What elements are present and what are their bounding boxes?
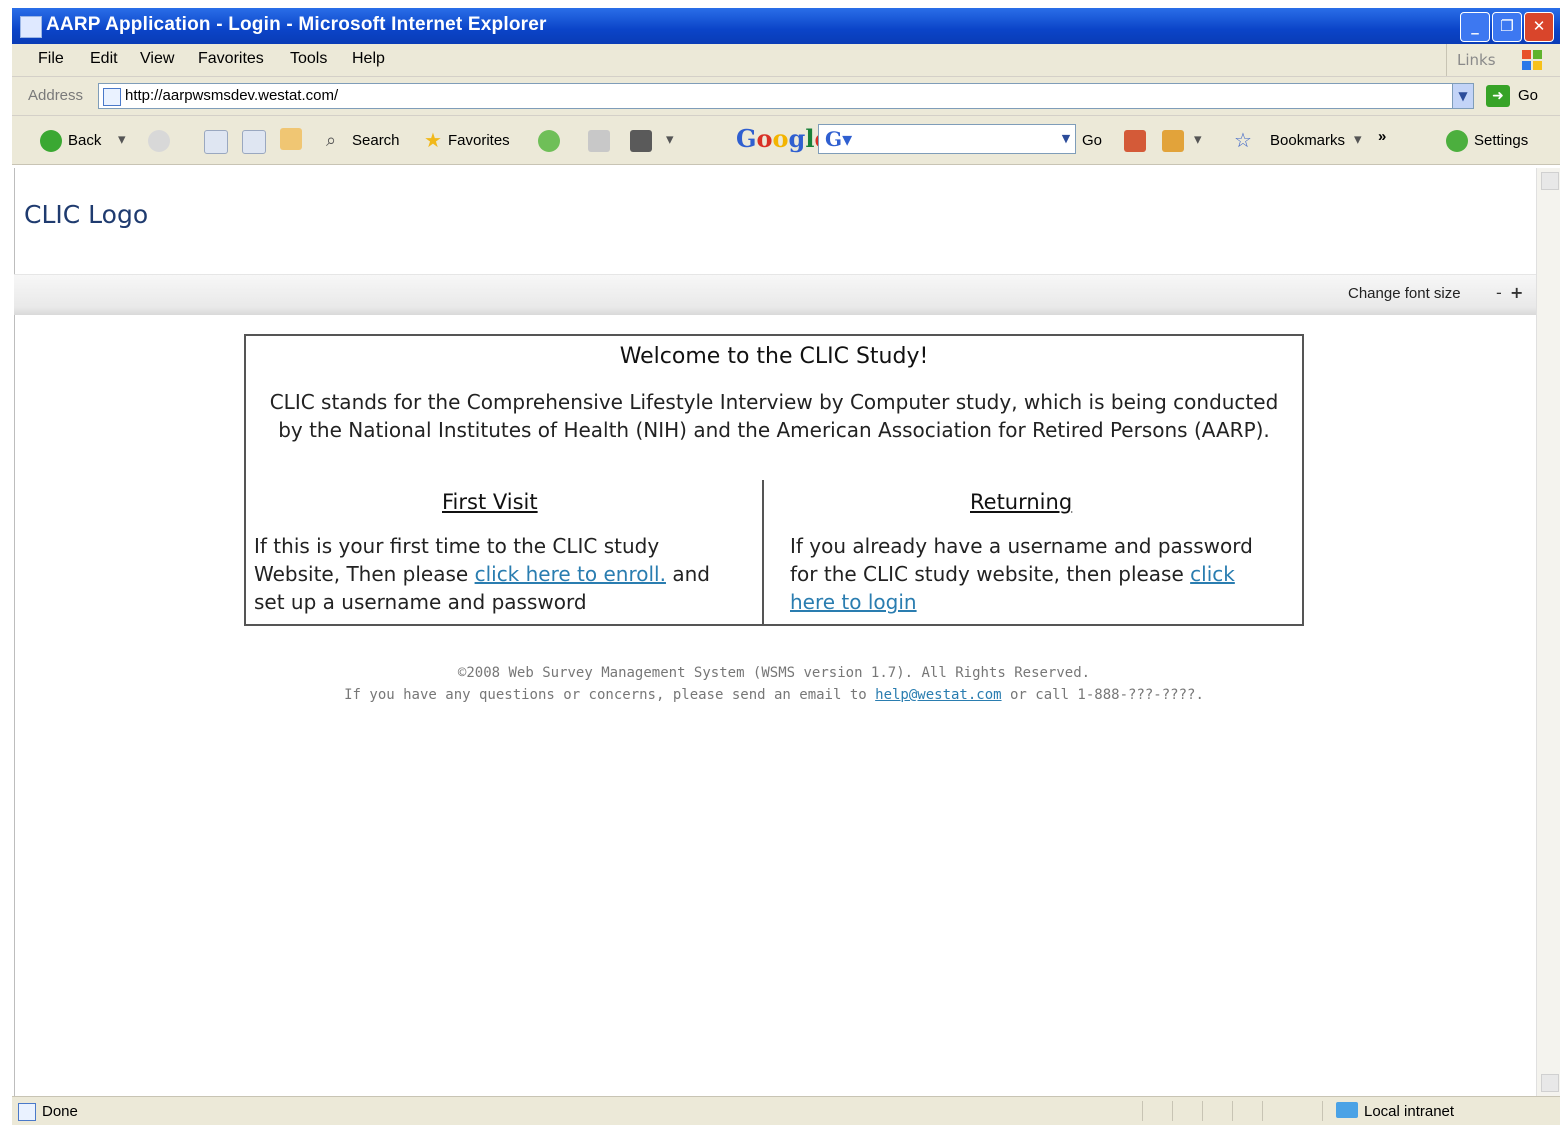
close-button[interactable]: ✕	[1524, 12, 1554, 42]
menu-file[interactable]: File	[38, 50, 64, 68]
returning-text: If you already have a username and passw…	[790, 532, 1270, 616]
mail-icon[interactable]	[588, 130, 610, 152]
print-dropdown-icon[interactable]: ▾	[666, 130, 674, 148]
font-decrease-button[interactable]: -	[1496, 283, 1502, 302]
font-size-bar: Change font size - +	[14, 274, 1536, 315]
minimize-button[interactable]: _	[1460, 12, 1490, 42]
contact-line: If you have any questions or concerns, p…	[244, 684, 1304, 706]
page-footer: ©2008 Web Survey Management System (WSMS…	[244, 662, 1304, 706]
address-dropdown-icon[interactable]: ▼	[1452, 83, 1474, 109]
page-status-icon	[18, 1103, 36, 1121]
scroll-down-arrow-icon[interactable]	[1541, 1074, 1559, 1092]
search-button[interactable]: Search	[352, 132, 400, 149]
scroll-up-arrow-icon[interactable]	[1541, 172, 1559, 190]
address-label: Address	[28, 87, 84, 104]
links-toolbar[interactable]: Links	[1446, 44, 1496, 76]
status-divider	[1322, 1101, 1323, 1121]
status-divider	[1232, 1101, 1233, 1121]
google-g-icon[interactable]: G▾	[825, 127, 852, 151]
ie-page-icon	[20, 16, 42, 38]
returning-heading: Returning	[970, 490, 1073, 514]
welcome-title: Welcome to the CLIC Study!	[619, 344, 929, 369]
local-intranet-icon	[1336, 1102, 1358, 1118]
vertical-scrollbar[interactable]	[1536, 168, 1560, 1096]
settings-icon[interactable]	[1446, 130, 1468, 152]
page-rank-icon[interactable]	[1124, 130, 1146, 152]
go-button[interactable]: Go	[1518, 87, 1538, 104]
refresh-icon[interactable]	[242, 130, 266, 154]
google-go-button[interactable]: Go	[1082, 132, 1102, 149]
google-search-input[interactable]: G▾ ▼	[818, 124, 1076, 154]
menu-bar: File Edit View Favorites Tools Help Link…	[12, 44, 1560, 77]
windows-logo-icon	[1522, 50, 1542, 70]
copyright-text: ©2008 Web Survey Management System (WSMS…	[457, 665, 1091, 681]
bookmarks-dropdown-icon[interactable]: ▾	[1354, 130, 1362, 148]
tools-dropdown-icon[interactable]: ▾	[1194, 130, 1202, 148]
status-divider	[1172, 1101, 1173, 1121]
menu-edit[interactable]: Edit	[90, 50, 118, 68]
bookmarks-star-icon[interactable]: ☆	[1234, 128, 1252, 153]
google-logo: Google	[736, 124, 830, 153]
status-bar: Done Local intranet	[12, 1096, 1560, 1125]
standard-toolbar: Back ▾ ⌕ Search ★ Favorites ▾ Google G▾ …	[12, 116, 1560, 165]
back-button[interactable]: Back	[68, 132, 101, 149]
returning-text-before: If you already have a username and passw…	[790, 534, 1253, 586]
status-divider	[1262, 1101, 1263, 1121]
address-field[interactable]: http://aarpwsmsdev.westat.com/	[98, 83, 1462, 109]
clic-logo: CLIC Logo	[24, 200, 149, 229]
welcome-panel: Welcome to the CLIC Study! CLIC stands f…	[244, 334, 1304, 626]
font-increase-button[interactable]: +	[1510, 283, 1523, 302]
back-dropdown-icon[interactable]: ▾	[118, 130, 126, 148]
status-divider	[1202, 1101, 1203, 1121]
back-arrow-icon[interactable]	[40, 130, 62, 152]
favorites-button[interactable]: Favorites	[448, 132, 510, 149]
stop-icon[interactable]	[204, 130, 228, 154]
security-zone: Local intranet	[1364, 1103, 1455, 1120]
maximize-button[interactable]: ❐	[1492, 12, 1522, 42]
settings-button[interactable]: Settings	[1474, 132, 1528, 149]
more-tools-chevron[interactable]: »	[1378, 128, 1386, 145]
bookmarks-button[interactable]: Bookmarks	[1270, 132, 1345, 149]
menu-favorites[interactable]: Favorites	[198, 50, 264, 68]
change-font-size-label: Change font size	[1348, 285, 1461, 302]
contact-text-after: or call 1-888-???-????.	[1001, 687, 1204, 703]
address-url[interactable]: http://aarpwsmsdev.westat.com/	[125, 87, 338, 104]
study-description: CLIC stands for the Comprehensive Lifest…	[269, 390, 1279, 442]
menu-view[interactable]: View	[140, 50, 174, 68]
popup-blocker-icon[interactable]	[1162, 130, 1184, 152]
go-arrow-icon[interactable]: ➜	[1486, 85, 1510, 107]
page-icon	[103, 88, 121, 106]
menu-help[interactable]: Help	[352, 50, 385, 68]
contact-text-before: If you have any questions or concerns, p…	[344, 687, 876, 703]
first-visit-heading: First Visit	[442, 490, 538, 514]
column-divider	[762, 480, 764, 626]
status-divider	[1142, 1101, 1143, 1121]
help-email-link[interactable]: help@westat.com	[875, 687, 1001, 703]
print-icon[interactable]	[630, 130, 652, 152]
first-visit-text: If this is your first time to the CLIC s…	[254, 532, 744, 616]
status-text: Done	[42, 1103, 78, 1120]
window-title-bar[interactable]: AARP Application - Login - Microsoft Int…	[12, 8, 1560, 44]
favorites-star-icon[interactable]: ★	[424, 128, 442, 153]
window-title: AARP Application - Login - Microsoft Int…	[46, 14, 547, 35]
forward-arrow-icon[interactable]	[148, 130, 170, 152]
home-icon[interactable]	[280, 128, 302, 150]
history-icon[interactable]	[538, 130, 560, 152]
enroll-link[interactable]: click here to enroll.	[475, 562, 666, 586]
search-icon[interactable]: ⌕	[326, 130, 336, 151]
address-bar: Address http://aarpwsmsdev.westat.com/ ▼…	[12, 77, 1560, 116]
google-search-dropdown-icon[interactable]: ▼	[1057, 125, 1075, 153]
menu-tools[interactable]: Tools	[290, 50, 327, 68]
